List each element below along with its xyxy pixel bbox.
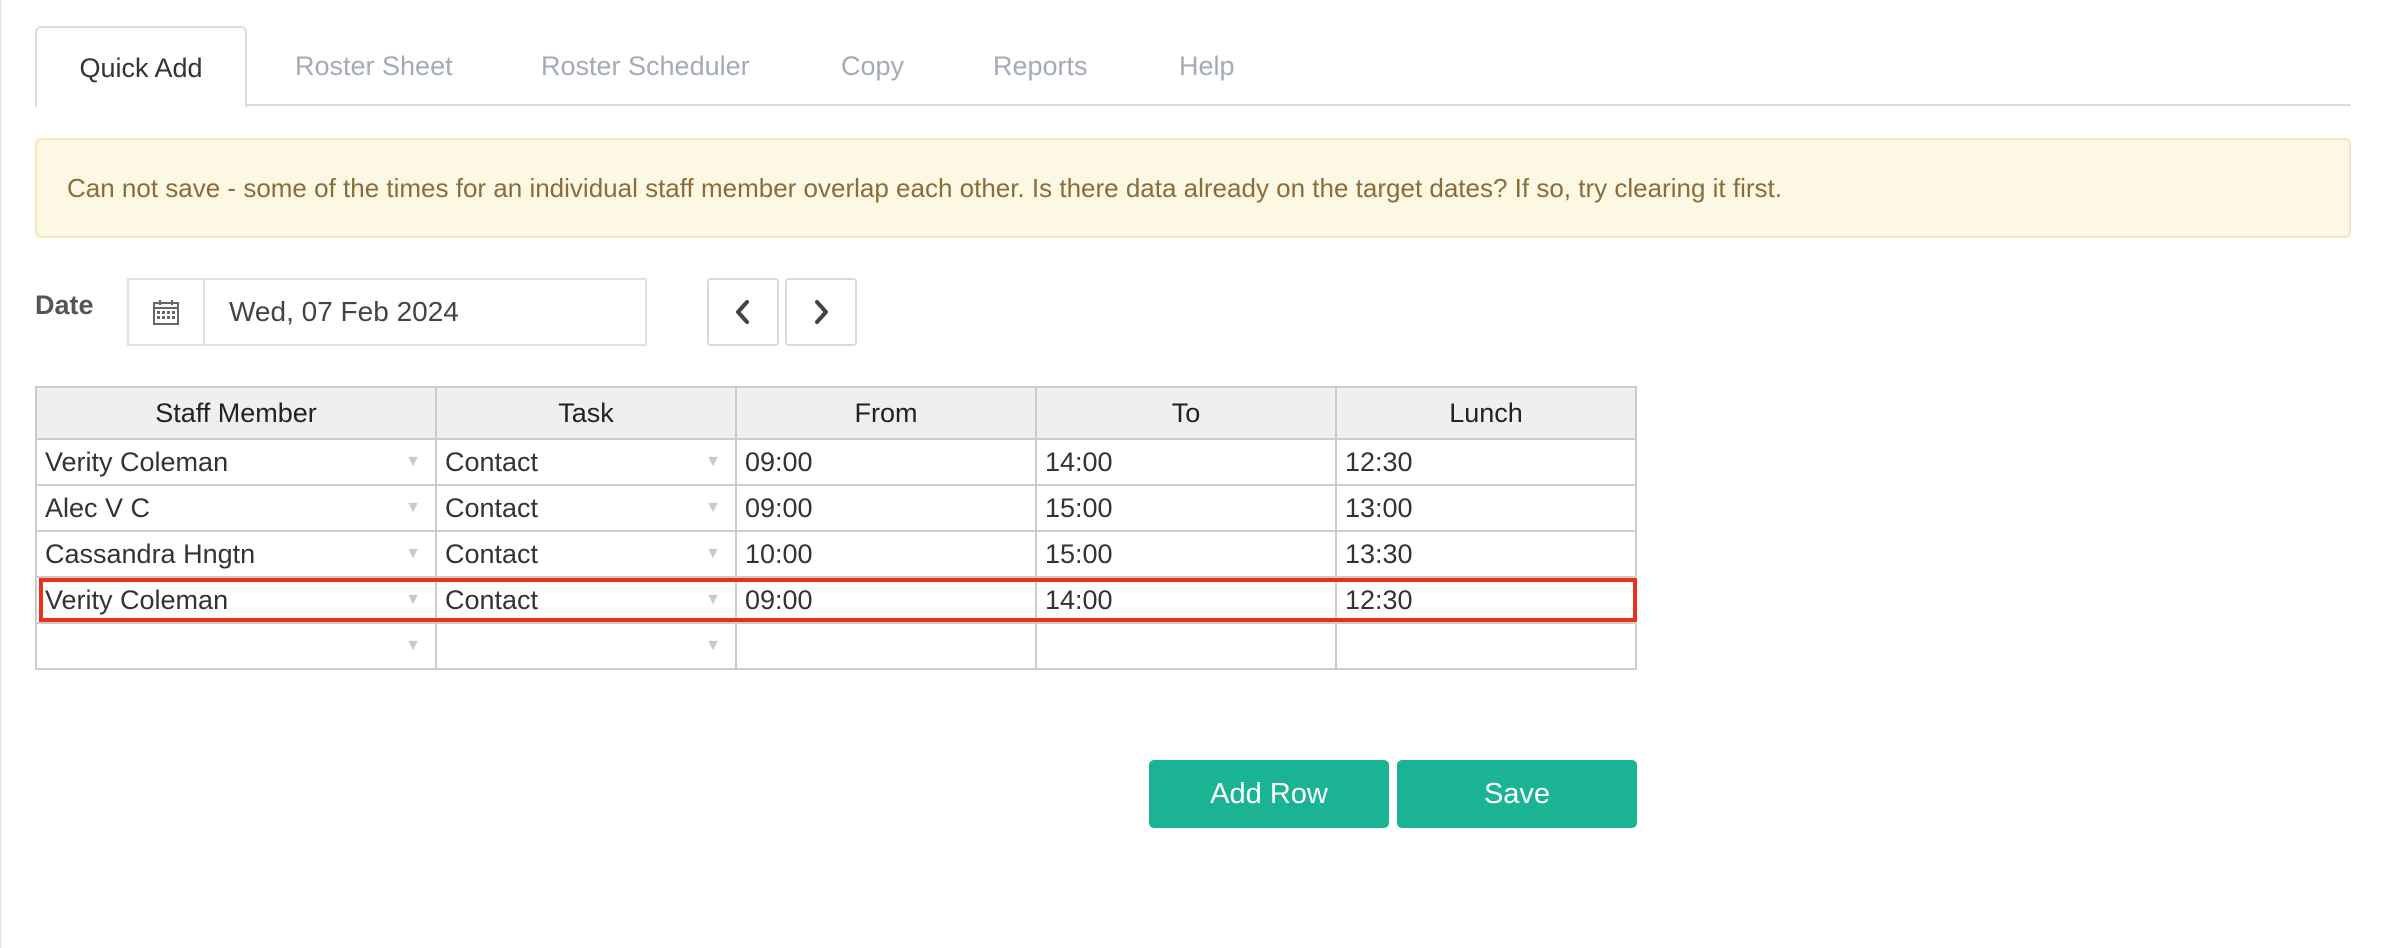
alert-message: Can not save - some of the times for an … <box>67 173 1782 203</box>
staff-member-cell[interactable]: ▼ <box>35 622 437 670</box>
table-row-conflict: Verity Coleman ▼ Contact ▼ 09:00 14:00 12:… <box>35 576 1637 624</box>
lunch-value: 12:30 <box>1345 585 1413 616</box>
to-cell[interactable] <box>1035 622 1337 670</box>
calendar-icon <box>153 300 179 325</box>
task-cell[interactable]: Contact ▼ <box>435 438 737 486</box>
to-cell[interactable]: 14:00 <box>1035 576 1337 624</box>
tab-quick-add[interactable]: Quick Add <box>35 26 247 108</box>
date-label: Date <box>35 290 94 320</box>
from-value: 09:00 <box>745 585 813 616</box>
column-header-to: To <box>1035 386 1337 440</box>
chevron-left-icon <box>736 300 749 324</box>
table-row: Verity Coleman ▼ Contact ▼ 09:00 14:00 12:… <box>35 438 1637 486</box>
task-cell[interactable]: Contact ▼ <box>435 484 737 532</box>
to-value: 15:00 <box>1045 539 1113 570</box>
grid-header-row: Staff Member Task From To Lunch <box>35 386 1637 440</box>
from-cell[interactable]: 09:00 <box>735 438 1037 486</box>
staff-member-cell[interactable]: Cassandra Hngtn ▼ <box>35 530 437 578</box>
from-cell[interactable]: 09:00 <box>735 484 1037 532</box>
staff-member-value: Verity Coleman <box>45 447 229 478</box>
add-row-button[interactable]: Add Row <box>1149 760 1389 828</box>
column-header-lunch: Lunch <box>1335 386 1637 440</box>
from-value: 10:00 <box>745 539 813 570</box>
lunch-value: 13:00 <box>1345 493 1413 524</box>
dropdown-arrow-icon[interactable]: ▼ <box>705 591 721 609</box>
to-value: 15:00 <box>1045 493 1113 524</box>
staff-member-value: Cassandra Hngtn <box>45 539 256 570</box>
date-input[interactable] <box>205 280 645 344</box>
dropdown-arrow-icon[interactable]: ▼ <box>705 545 721 563</box>
calendar-button[interactable] <box>129 280 205 344</box>
dropdown-arrow-icon[interactable]: ▼ <box>405 499 421 517</box>
roster-page: Quick Add Roster Sheet Roster Scheduler … <box>0 0 2382 948</box>
previous-date-button[interactable] <box>707 278 779 346</box>
task-value: Contact <box>445 539 539 570</box>
task-cell[interactable]: Contact ▼ <box>435 576 737 624</box>
next-date-button[interactable] <box>785 278 857 346</box>
lunch-cell[interactable]: 12:30 <box>1335 576 1637 624</box>
table-row: Cassandra Hngtn ▼ Contact ▼ 10:00 15:00 13… <box>35 530 1637 578</box>
to-cell[interactable]: 15:00 <box>1035 484 1337 532</box>
dropdown-arrow-icon[interactable]: ▼ <box>705 499 721 517</box>
staff-member-value: Alec V C <box>45 493 151 524</box>
column-header-task: Task <box>435 386 737 440</box>
column-header-staff-member: Staff Member <box>35 386 437 440</box>
task-cell[interactable]: ▼ <box>435 622 737 670</box>
table-row: Alec V C ▼ Contact ▼ 09:00 15:00 13:00 <box>35 484 1637 532</box>
table-row-empty: ▼ ▼ <box>35 622 1637 670</box>
overlap-warning-alert: Can not save - some of the times for an … <box>35 138 2351 238</box>
from-cell[interactable]: 09:00 <box>735 576 1037 624</box>
lunch-value: 12:30 <box>1345 447 1413 478</box>
dropdown-arrow-icon[interactable]: ▼ <box>405 591 421 609</box>
to-cell[interactable]: 14:00 <box>1035 438 1337 486</box>
dropdown-arrow-icon[interactable]: ▼ <box>405 545 421 563</box>
from-cell[interactable] <box>735 622 1037 670</box>
task-value: Contact <box>445 493 539 524</box>
task-cell[interactable]: Contact ▼ <box>435 530 737 578</box>
tab-roster-scheduler[interactable]: Roster Scheduler <box>541 26 750 106</box>
lunch-cell[interactable]: 13:00 <box>1335 484 1637 532</box>
dropdown-arrow-icon[interactable]: ▼ <box>405 637 421 655</box>
dropdown-arrow-icon[interactable]: ▼ <box>705 637 721 655</box>
staff-member-cell[interactable]: Verity Coleman ▼ <box>35 576 437 624</box>
task-value: Contact <box>445 447 539 478</box>
lunch-cell[interactable]: 13:30 <box>1335 530 1637 578</box>
to-value: 14:00 <box>1045 585 1113 616</box>
staff-member-cell[interactable]: Alec V C ▼ <box>35 484 437 532</box>
dropdown-arrow-icon[interactable]: ▼ <box>405 453 421 471</box>
tab-bar: Quick Add Roster Sheet Roster Scheduler … <box>35 26 2351 108</box>
to-cell[interactable]: 15:00 <box>1035 530 1337 578</box>
chevron-right-icon <box>815 300 828 324</box>
from-value: 09:00 <box>745 447 813 478</box>
tab-roster-sheet[interactable]: Roster Sheet <box>295 26 453 106</box>
date-picker <box>127 278 647 346</box>
tab-reports[interactable]: Reports <box>993 26 1088 106</box>
from-value: 09:00 <box>745 493 813 524</box>
lunch-cell[interactable]: 12:30 <box>1335 438 1637 486</box>
tab-help[interactable]: Help <box>1179 26 1235 106</box>
staff-member-value: Verity Coleman <box>45 585 229 616</box>
tab-copy[interactable]: Copy <box>841 26 904 106</box>
column-header-from: From <box>735 386 1037 440</box>
to-value: 14:00 <box>1045 447 1113 478</box>
task-value: Contact <box>445 585 539 616</box>
dropdown-arrow-icon[interactable]: ▼ <box>705 453 721 471</box>
lunch-cell[interactable] <box>1335 622 1637 670</box>
lunch-value: 13:30 <box>1345 539 1413 570</box>
save-button[interactable]: Save <box>1397 760 1637 828</box>
staff-member-cell[interactable]: Verity Coleman ▼ <box>35 438 437 486</box>
roster-grid: Staff Member Task From To Lunch Verity C… <box>35 386 1637 670</box>
from-cell[interactable]: 10:00 <box>735 530 1037 578</box>
